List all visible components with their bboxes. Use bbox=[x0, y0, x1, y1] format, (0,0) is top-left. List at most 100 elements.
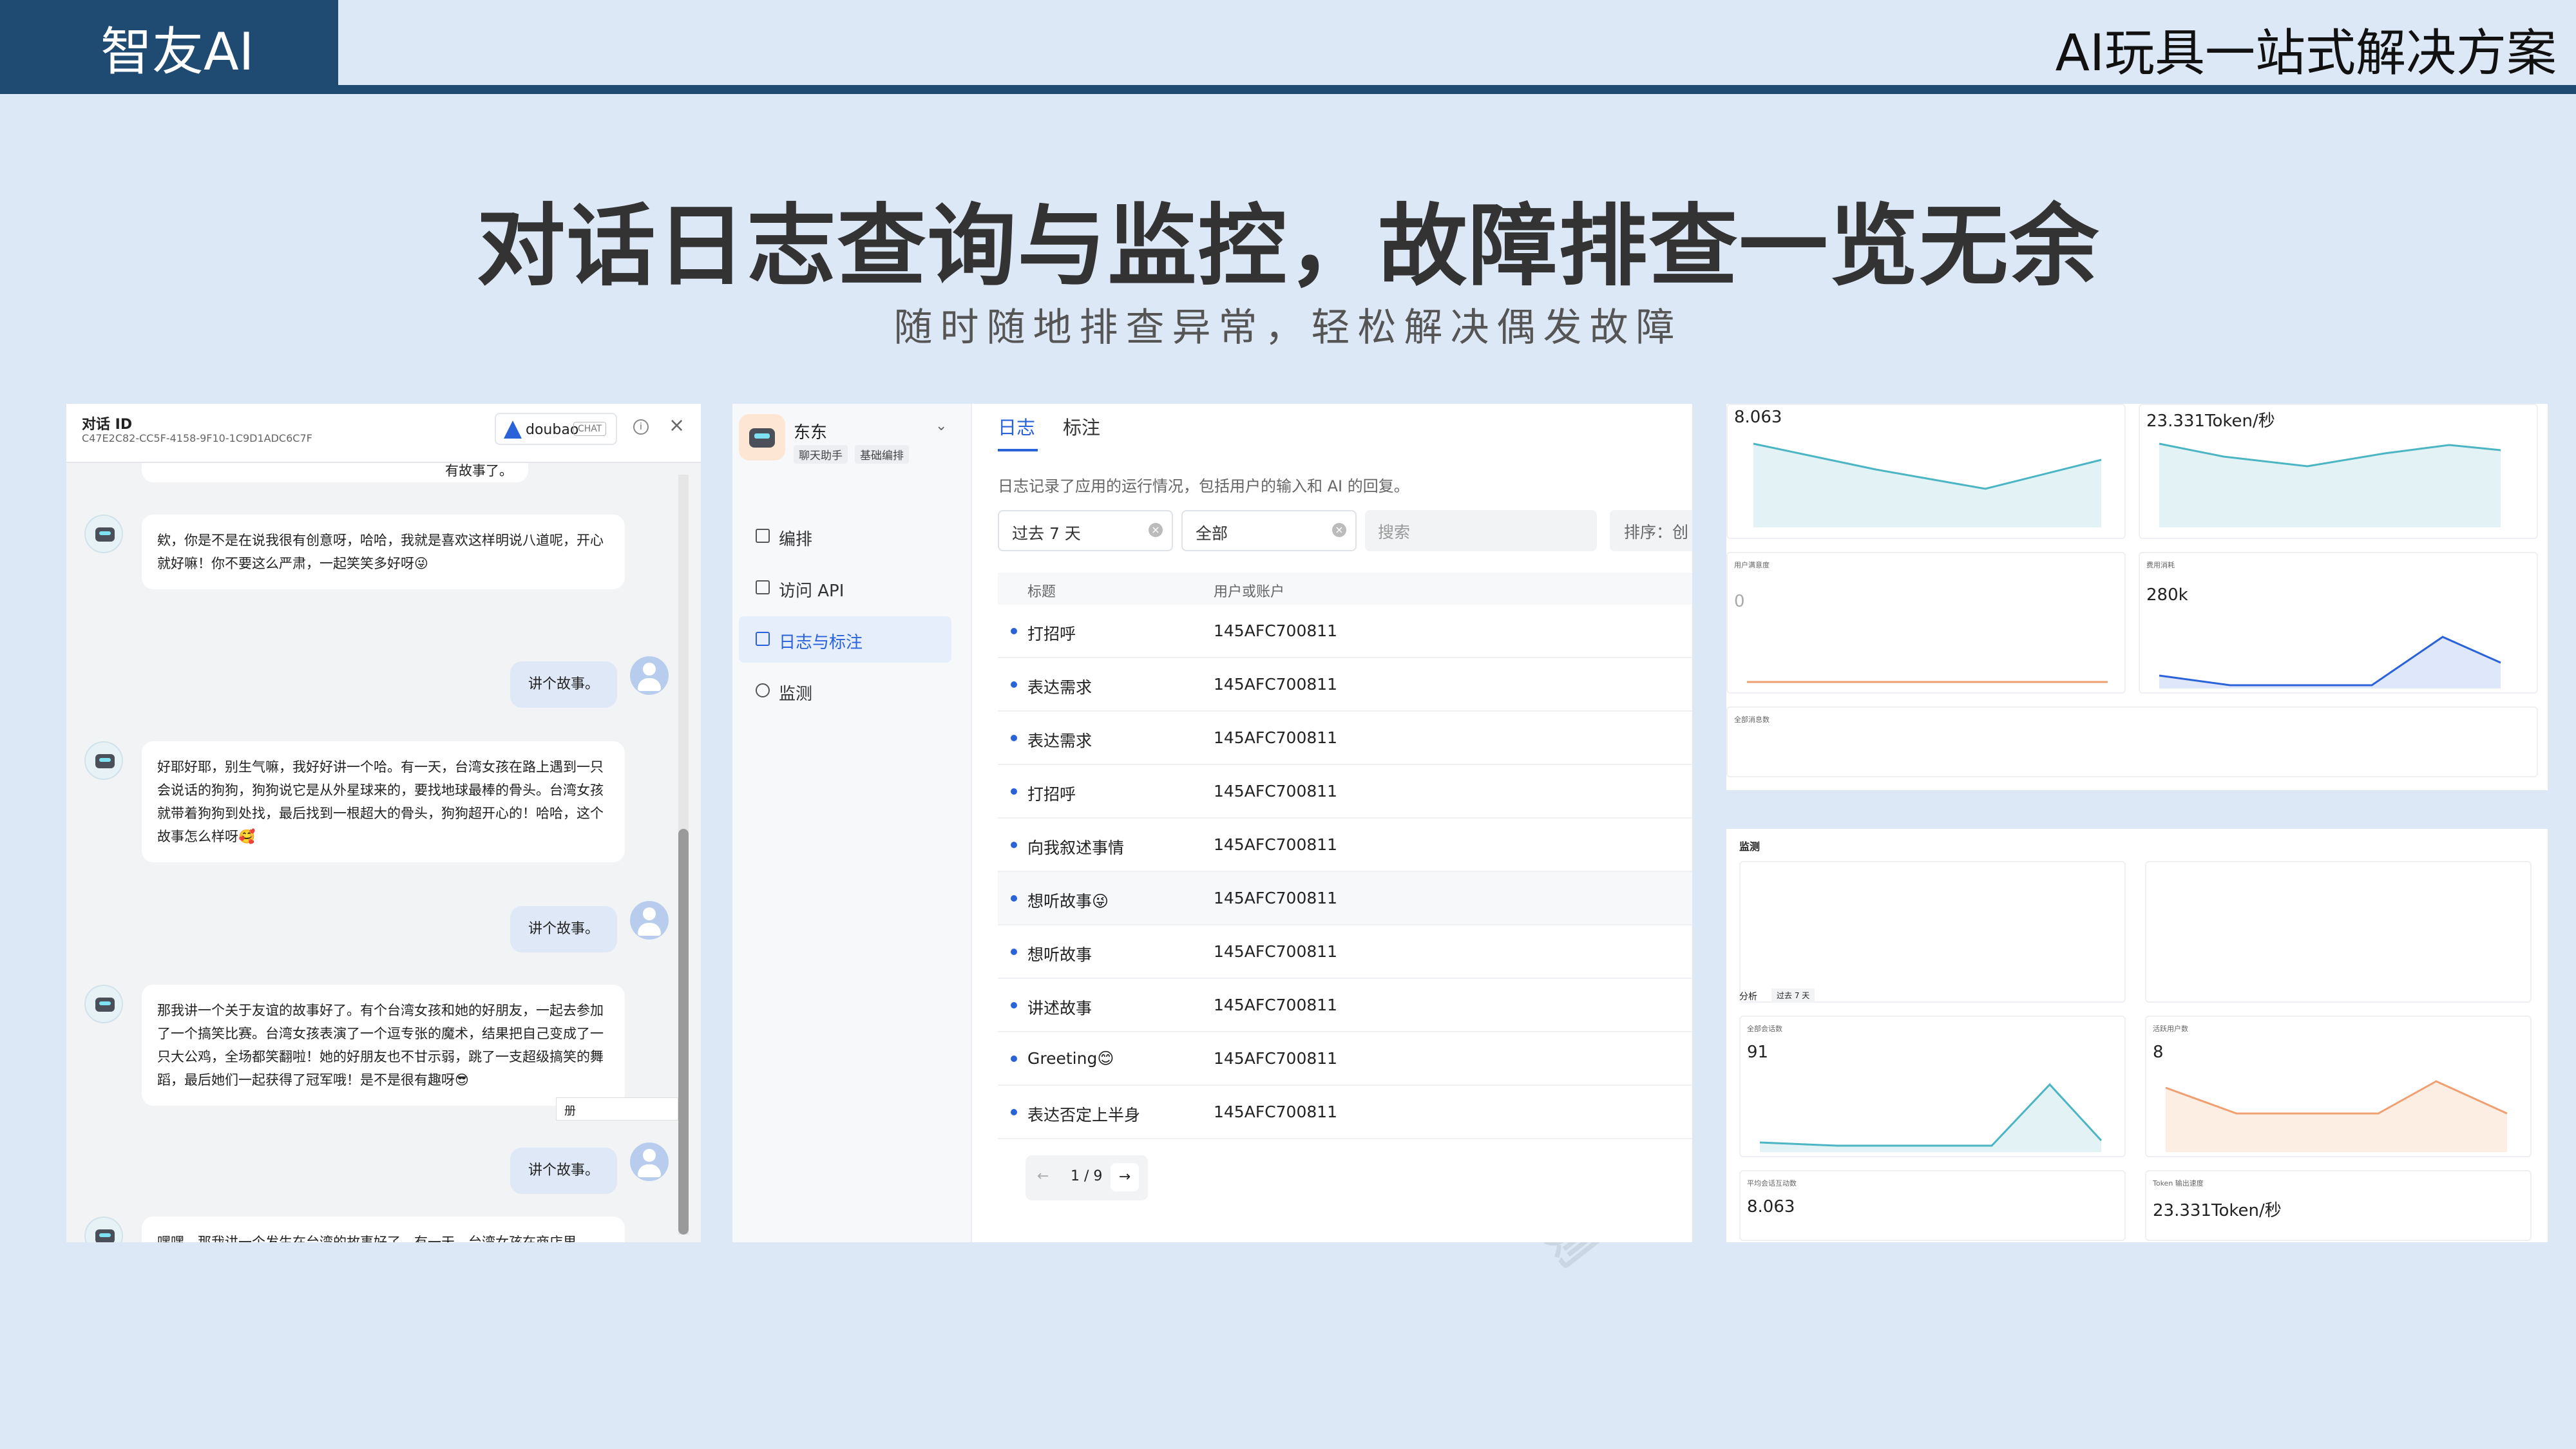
sort-select[interactable]: 排序：创 bbox=[1610, 510, 1692, 551]
status-dot-icon bbox=[1011, 842, 1017, 848]
message-snippet: 有故事了。 bbox=[142, 463, 528, 482]
chart-card: 活跃用户数 8 bbox=[2145, 1016, 2532, 1157]
logs-description: 日志记录了应用的运行情况，包括用户的输入和 AI 的回复。 bbox=[998, 477, 1409, 495]
bot-bubble: 那我讲一个关于友谊的故事好了。有个台湾女孩和她的好朋友，一起去参加了一个搞笑比赛… bbox=[142, 985, 625, 1106]
tab-logs[interactable]: 日志 bbox=[998, 413, 1035, 440]
sidebar-item-logs[interactable]: 日志与标注 bbox=[739, 616, 951, 663]
line-chart bbox=[1753, 442, 2102, 527]
log-title: 表达需求 bbox=[1027, 678, 1092, 697]
status-dot-icon bbox=[1011, 735, 1017, 741]
status-filter[interactable]: 全部 × bbox=[1181, 510, 1357, 551]
page-indicator: 1 / 9 bbox=[1071, 1168, 1103, 1184]
user-message: 讲个故事。 bbox=[475, 1142, 669, 1194]
model-badge[interactable]: doubao CHAT bbox=[495, 413, 617, 445]
info-icon[interactable]: i bbox=[633, 419, 649, 435]
table-row[interactable]: Greeting😊 145AFC700811 bbox=[998, 1032, 1692, 1086]
log-user: 145AFC700811 bbox=[1214, 942, 1338, 961]
status-dot-icon bbox=[1011, 788, 1017, 795]
metric-label: 平均会话互动数 bbox=[1747, 1179, 1797, 1188]
sidebar-item-label: 访问 API bbox=[779, 582, 844, 601]
sidebar-item-label: 日志与标注 bbox=[779, 633, 863, 652]
log-user: 145AFC700811 bbox=[1214, 621, 1338, 640]
log-user: 145AFC700811 bbox=[1214, 675, 1338, 694]
bot-avatar-icon bbox=[84, 985, 123, 1023]
user-bubble: 讲个故事。 bbox=[510, 906, 617, 952]
bot-bubble: 欸，你是不是在说我很有创意呀，哈哈，我就是喜欢这样明说八道呢，开心就好嘛！你不要… bbox=[142, 515, 625, 589]
conversation-id: C47E2C82-CC5F-4158-9F10-1C9D1ADC6C7F bbox=[82, 432, 312, 444]
log-title: 打招呼 bbox=[1027, 785, 1076, 804]
log-title: 表达否定上半身 bbox=[1027, 1106, 1141, 1124]
user-message: 讲个故事。 bbox=[475, 656, 669, 708]
metric-label: Token 输出速度 bbox=[2153, 1179, 2204, 1188]
log-title: 打招呼 bbox=[1027, 625, 1076, 643]
sidebar-item-label: 编排 bbox=[779, 530, 813, 549]
api-info-card bbox=[2145, 861, 2532, 1003]
chart-card: 全部会话数 91 bbox=[1739, 1016, 2126, 1157]
bot-avatar-icon bbox=[84, 515, 123, 553]
table-row[interactable]: 打招呼 145AFC700811 bbox=[998, 765, 1692, 819]
table-row[interactable]: 表达需求 145AFC700811 bbox=[998, 712, 1692, 765]
date-filter-value: 过去 7 天 bbox=[1012, 524, 1081, 543]
clear-icon[interactable]: × bbox=[1149, 523, 1163, 537]
clear-icon[interactable]: × bbox=[1332, 523, 1346, 537]
log-icon bbox=[756, 632, 770, 646]
tab-annotations[interactable]: 标注 bbox=[1063, 413, 1100, 440]
chart-card: 全部消息数 bbox=[1726, 706, 2538, 777]
chevron-down-icon[interactable]: ⌄ bbox=[935, 418, 947, 434]
table-row[interactable]: 讲述故事 145AFC700811 bbox=[998, 979, 1692, 1032]
model-tag: CHAT bbox=[573, 422, 607, 436]
bot-avatar-icon bbox=[84, 1217, 123, 1242]
overview-title: 监测 bbox=[1739, 840, 1760, 853]
line-chart bbox=[1747, 681, 2108, 683]
date-filter[interactable]: 过去 7 天 × bbox=[998, 510, 1173, 551]
api-icon bbox=[756, 580, 770, 594]
table-header: 标题 用户或账户 bbox=[998, 573, 1692, 605]
table-row[interactable]: 向我叙述事情 145AFC700811 bbox=[998, 819, 1692, 872]
doubao-logo-icon bbox=[504, 421, 522, 439]
prev-page-button[interactable]: ← bbox=[1037, 1168, 1049, 1184]
search-input[interactable]: 搜索 bbox=[1365, 510, 1597, 551]
pagination: ← 1 / 9 → bbox=[1026, 1155, 1148, 1200]
log-user: 145AFC700811 bbox=[1214, 1103, 1338, 1121]
table-row[interactable]: 表达否定上半身 145AFC700811 bbox=[998, 1086, 1692, 1139]
table-row[interactable]: 想听故事😜 145AFC700811 bbox=[998, 872, 1692, 925]
sidebar-item-orchestrate[interactable]: 编排 bbox=[739, 513, 951, 560]
model-name: doubao bbox=[526, 422, 579, 438]
chart-card: 平均会话互动数 8.063 bbox=[1739, 1170, 2126, 1241]
metric-value: 23.331Token/秒 bbox=[2153, 1201, 2282, 1220]
log-title: 讲述故事 bbox=[1027, 999, 1092, 1018]
sidebar-item-label: 监测 bbox=[779, 685, 813, 704]
user-message: 讲个故事。 bbox=[475, 901, 669, 952]
line-chart bbox=[2159, 442, 2501, 527]
line-chart bbox=[1759, 1083, 2103, 1152]
scrollbar-thumb[interactable] bbox=[678, 829, 689, 1235]
app-tag: 聊天助手 bbox=[794, 445, 848, 464]
status-dot-icon bbox=[1011, 628, 1017, 634]
sidebar-item-monitor[interactable]: 监测 bbox=[739, 668, 951, 714]
active-tab-indicator bbox=[998, 449, 1038, 451]
sidebar-item-api[interactable]: 访问 API bbox=[739, 565, 951, 611]
user-avatar-icon bbox=[630, 656, 669, 695]
next-page-button[interactable]: → bbox=[1111, 1163, 1139, 1191]
slide-title: 对话日志查询与监控，故障排查一览无余 bbox=[476, 194, 2100, 298]
status-dot-icon bbox=[1011, 681, 1017, 688]
log-title: 向我叙述事情 bbox=[1027, 838, 1125, 857]
period-select[interactable]: 过去 7 天 bbox=[1771, 989, 1815, 1002]
message-action-bar[interactable]: 册 bbox=[556, 1097, 678, 1121]
message-action-label: 册 bbox=[564, 1104, 576, 1118]
status-dot-icon bbox=[1011, 895, 1017, 902]
log-title: 想听故事😜 bbox=[1027, 892, 1109, 911]
app-name[interactable]: 东东 bbox=[794, 419, 827, 443]
log-user: 145AFC700811 bbox=[1214, 1049, 1338, 1068]
app-info-card bbox=[1739, 861, 2126, 1003]
column-user: 用户或账户 bbox=[1214, 584, 1285, 600]
table-row[interactable]: 表达需求 145AFC700811 bbox=[998, 658, 1692, 712]
close-icon[interactable]: × bbox=[669, 414, 685, 437]
log-title: 想听故事 bbox=[1027, 945, 1092, 964]
line-chart bbox=[2165, 1080, 2508, 1152]
log-user: 145AFC700811 bbox=[1214, 728, 1338, 747]
status-dot-icon bbox=[1011, 949, 1017, 955]
log-title: 表达需求 bbox=[1027, 732, 1092, 750]
table-row[interactable]: 打招呼 145AFC700811 bbox=[998, 605, 1692, 658]
table-row[interactable]: 想听故事 145AFC700811 bbox=[998, 925, 1692, 979]
